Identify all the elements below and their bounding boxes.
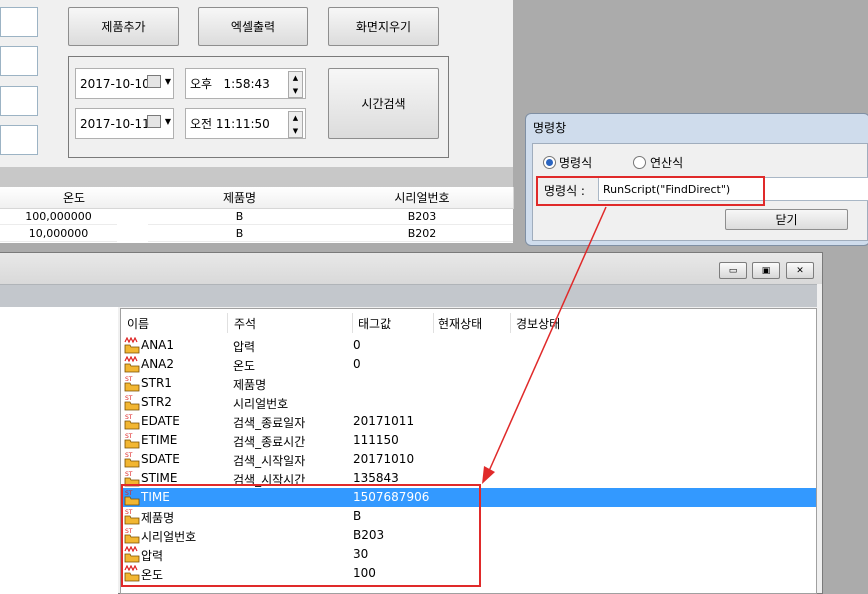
- annotation-arrow: [482, 206, 607, 484]
